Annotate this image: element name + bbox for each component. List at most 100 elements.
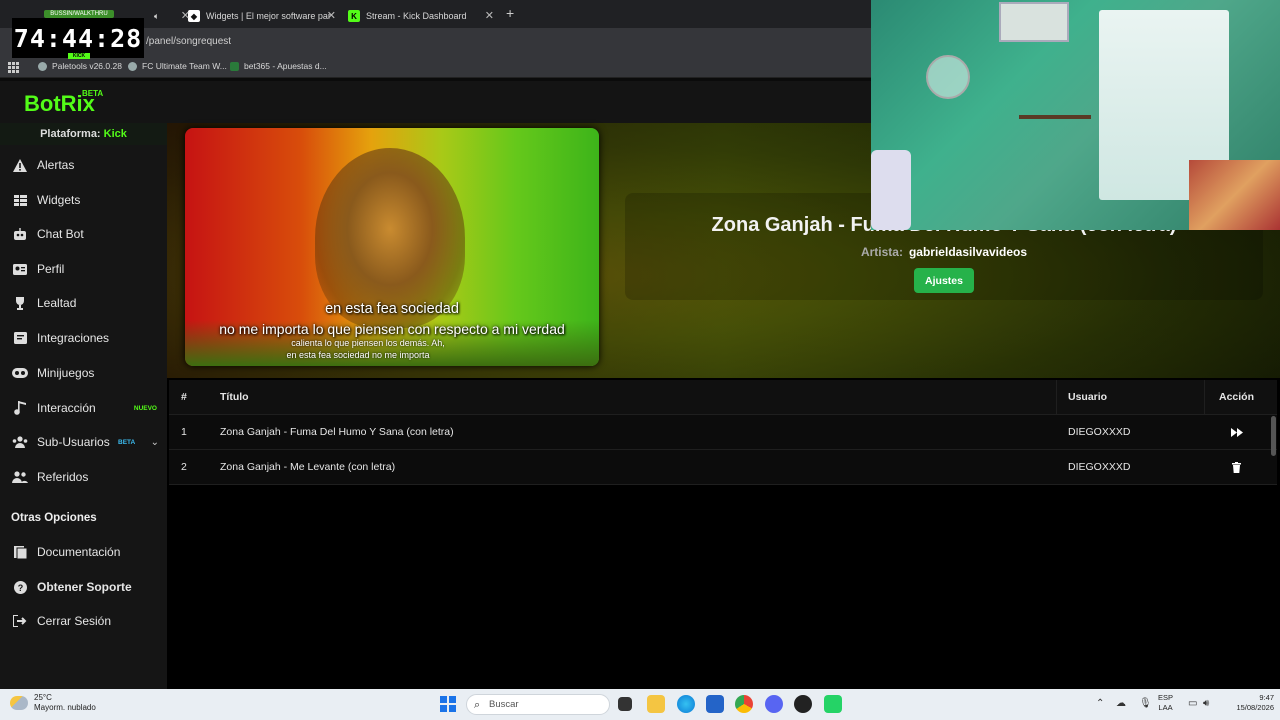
bookmark-label: FC Ultimate Team W...: [142, 61, 227, 71]
sidebar-item-label: Sub-Usuarios: [37, 435, 110, 449]
sidebar-item-interaccion[interactable]: Interacción NUEVO: [0, 391, 167, 425]
edge-icon[interactable]: [677, 695, 695, 713]
discord-icon[interactable]: [765, 695, 783, 713]
close-tab-icon[interactable]: ✕: [327, 9, 336, 22]
table-row: 2 Zona Ganjah - Me Levante (con letra) D…: [169, 450, 1277, 485]
trash-icon[interactable]: [1209, 450, 1264, 485]
close-tab-icon[interactable]: ✕: [181, 9, 190, 22]
tab-title: Stream - Kick Dashboard: [366, 11, 467, 21]
weather-cloud-icon: [10, 696, 28, 710]
chevron-up-icon[interactable]: ⌃: [1096, 698, 1104, 709]
header-user: Usuario: [1068, 391, 1108, 403]
shelf-image: [1019, 115, 1091, 119]
row-number: 1: [181, 426, 187, 438]
sidebar-item-minijuegos[interactable]: Minijuegos: [0, 356, 167, 390]
obs-icon[interactable]: [794, 695, 812, 713]
bookmark-label: bet365 - Apuestas d...: [244, 61, 327, 71]
close-tab-icon[interactable]: ✕: [485, 9, 494, 22]
globe-icon: [128, 61, 137, 71]
user-group-icon: [12, 469, 28, 485]
tab-widgets[interactable]: ◆ Widgets | El mejor software par ✕: [180, 4, 342, 28]
url-text[interactable]: /panel/songrequest: [146, 36, 231, 47]
song-queue-table: # Título Usuario Acción 1 Zona Ganjah - …: [169, 380, 1277, 485]
monitor-icon[interactable]: ▭: [1188, 698, 1197, 709]
artist-line: Artista: gabrieldasilvavideos: [625, 245, 1263, 259]
windows-start-icon[interactable]: [440, 696, 456, 712]
whatsapp-icon[interactable]: [824, 695, 842, 713]
video-subtitle-line-1: en esta fea sociedad: [325, 301, 459, 317]
chevron-down-icon[interactable]: ⌄: [151, 437, 159, 448]
scrollbar[interactable]: [1271, 416, 1276, 456]
sidebar-item-chat-bot[interactable]: Chat Bot: [0, 217, 167, 251]
sidebar-item-lealtad[interactable]: Lealtad: [0, 286, 167, 320]
taskbar-search[interactable]: ⌕ Buscar: [466, 694, 610, 715]
new-tab-button[interactable]: +: [506, 5, 514, 21]
globe-icon: [38, 61, 47, 71]
chrome-icon[interactable]: [735, 695, 753, 713]
platform-indicator: Plataforma: Kick: [0, 123, 167, 145]
sidebar-item-cerrar-sesion[interactable]: Cerrar Sesión: [0, 604, 167, 638]
sidebar-item-integraciones[interactable]: Integraciones: [0, 321, 167, 355]
row-title: Zona Ganjah - Me Levante (con letra): [220, 461, 396, 473]
sidebar-item-documentacion[interactable]: Documentación: [0, 535, 167, 569]
table-row: 1 Zona Ganjah - Fuma Del Humo Y Sana (co…: [169, 415, 1277, 450]
sidebar-item-label: Perfil: [37, 262, 65, 276]
date: 15/08/2026: [1236, 703, 1274, 712]
sidebar-item-alertas[interactable]: Alertas: [0, 148, 167, 182]
wall-clock-image: [926, 55, 970, 99]
weather-text: Mayorm. nublado: [34, 703, 96, 712]
timer-top-label: BUSSIN/WALKTHRU: [44, 10, 114, 18]
skip-forward-icon[interactable]: [1209, 415, 1264, 450]
platform-value: Kick: [103, 128, 127, 140]
video-player[interactable]: en esta fea sociedad no me importa lo qu…: [185, 128, 599, 366]
language-code: ESP: [1158, 693, 1174, 702]
sidebar-item-label: Minijuegos: [37, 366, 95, 380]
task-view-icon[interactable]: [618, 697, 632, 711]
svg-text:?: ?: [17, 583, 23, 593]
header-title: Título: [220, 391, 249, 403]
video-subtitle-line-2: no me importa lo que piensen con respect…: [219, 321, 565, 337]
botrix-logo[interactable]: BotRix BETA: [24, 89, 103, 117]
bookmark-fc-ultimate[interactable]: FC Ultimate Team W...: [128, 61, 227, 71]
bookmark-bet365[interactable]: bet365 - Apuestas d...: [230, 61, 327, 71]
bet365-icon: [230, 61, 239, 71]
weather-widget[interactable]: 25°C Mayorm. nublado: [10, 693, 96, 713]
sidebar-item-label: Alertas: [37, 158, 75, 172]
sidebar-item-label: Widgets: [37, 193, 81, 207]
sidebar-item-label: Obtener Soporte: [37, 580, 132, 594]
bookmark-label: Paletools v26.0.28: [52, 61, 122, 71]
file-explorer-icon[interactable]: [647, 695, 665, 713]
grid-icon: [12, 192, 28, 208]
row-title: Zona Ganjah - Fuma Del Humo Y Sana (con …: [220, 426, 454, 438]
section-title-otras-opciones: Otras Opciones: [11, 512, 97, 524]
network-app-icon[interactable]: ☁: [1116, 698, 1126, 709]
store-icon[interactable]: [706, 695, 724, 713]
clock[interactable]: 9:47 15/08/2026: [1224, 693, 1274, 713]
bookmark-paletools[interactable]: Paletools v26.0.28: [38, 61, 122, 71]
windows-taskbar: 25°C Mayorm. nublado ⌕ Buscar ⌃ ☁ 🎙︎ ESP LA…: [0, 689, 1280, 720]
apps-grid-icon[interactable]: [8, 62, 19, 73]
keyboard-layout: LAA: [1158, 703, 1173, 712]
sidebar: Plataforma: Kick Alertas Widgets Chat Bo…: [0, 123, 167, 689]
bed-image: [1189, 160, 1280, 230]
sidebar-item-referidos[interactable]: Referidos: [0, 460, 167, 494]
tab-audio[interactable]: 🔈︎ ✕: [146, 4, 190, 28]
settings-button[interactable]: Ajustes: [914, 268, 974, 293]
sidebar-item-label: Cerrar Sesión: [37, 614, 112, 628]
microphone-icon[interactable]: 🎙︎: [1139, 698, 1152, 709]
timer-bottom-label: KICK: [68, 53, 90, 59]
sidebar-item-widgets[interactable]: Widgets: [0, 183, 167, 217]
language-indicator[interactable]: ESP LAA: [1158, 693, 1173, 713]
sidebar-item-label: Interacción: [37, 401, 96, 415]
row-number: 2: [181, 461, 187, 473]
sidebar-item-label: Documentación: [37, 545, 121, 559]
sidebar-item-perfil[interactable]: Perfil: [0, 252, 167, 286]
new-badge: NUEVO: [133, 404, 157, 412]
volume-icon[interactable]: 🔊︎: [1203, 698, 1209, 709]
trophy-icon: [12, 295, 28, 311]
sidebar-item-sub-usuarios[interactable]: Sub-Usuarios BETA ⌄: [0, 425, 167, 459]
sidebar-item-obtener-soporte[interactable]: ? Obtener Soporte: [0, 570, 167, 604]
sidebar-item-label: Lealtad: [37, 296, 77, 310]
tab-kick-dashboard[interactable]: K Stream - Kick Dashboard ✕: [340, 4, 500, 28]
book-icon: [12, 544, 28, 560]
